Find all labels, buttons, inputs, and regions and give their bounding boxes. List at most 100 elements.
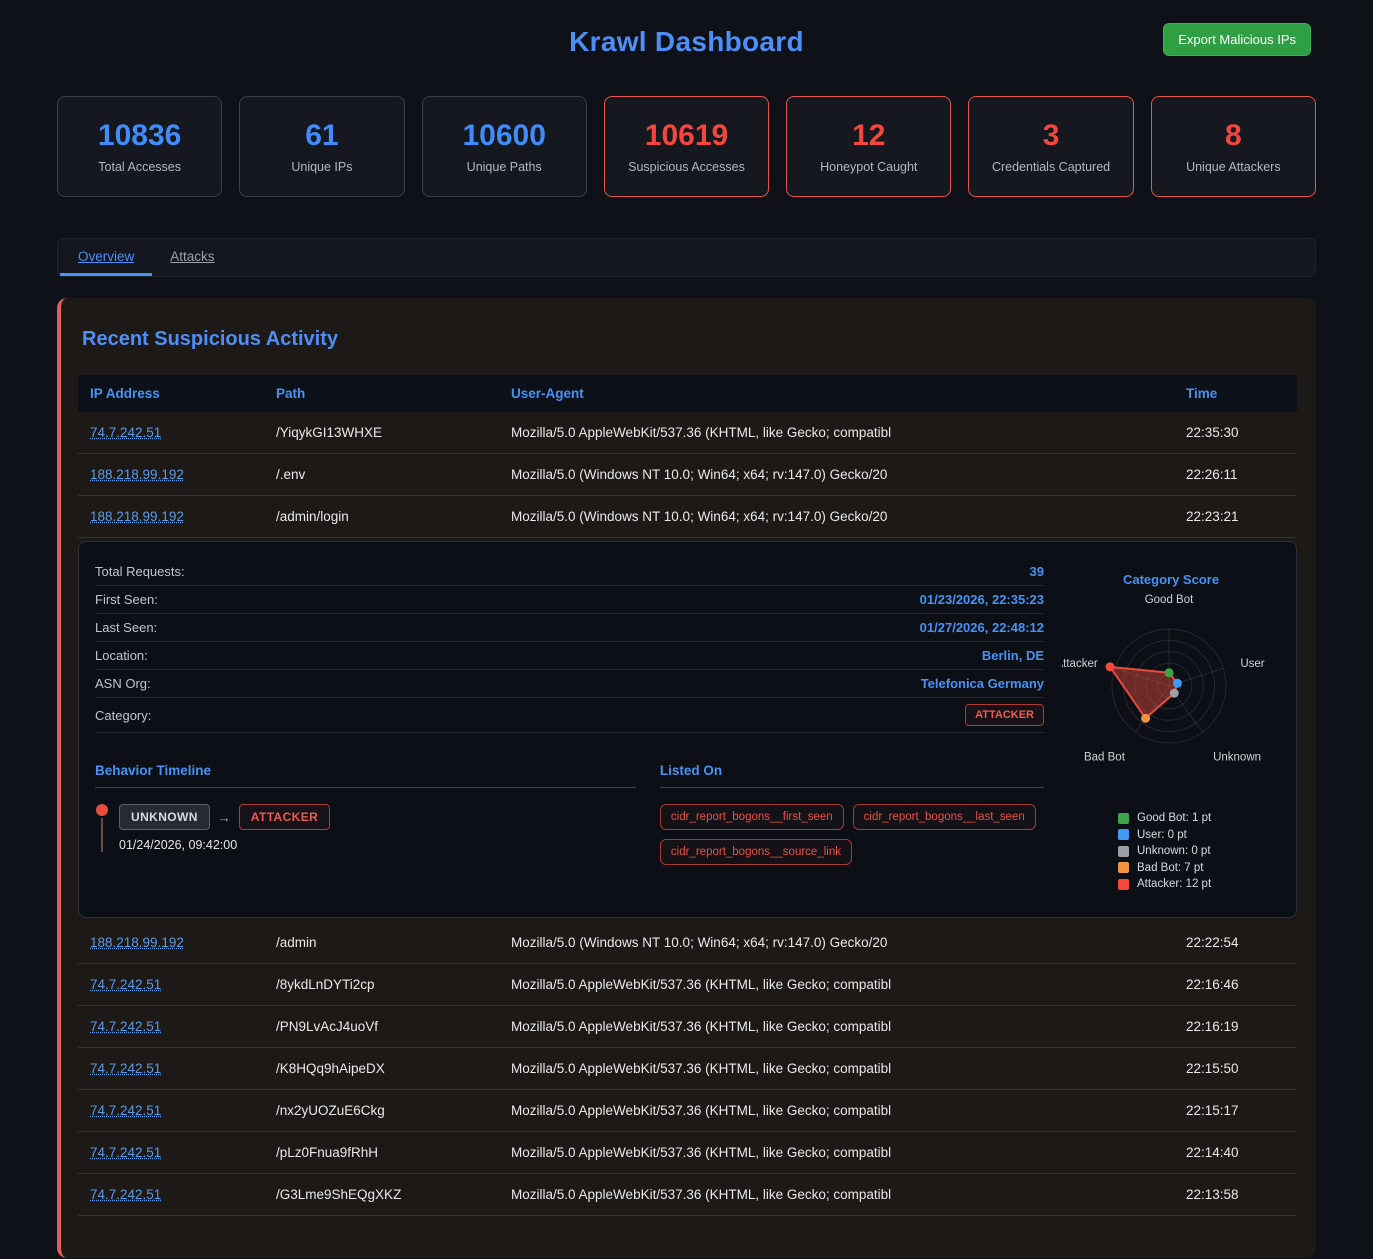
path-cell: /nx2yUOZuE6Ckg: [276, 1103, 511, 1118]
ip-address-link[interactable]: 188.218.99.192: [90, 935, 276, 950]
table-rows-top: 74.7.242.51/YiqykGI13WHXEMozilla/5.0 App…: [78, 412, 1297, 538]
tab-attacks[interactable]: Attacks: [152, 239, 232, 276]
column-header: Path: [276, 386, 511, 401]
radar-chart: Good BotUserUnknownBad BotAttacker: [1062, 589, 1276, 789]
user-agent-cell: Mozilla/5.0 AppleWebKit/537.36 (KHTML, l…: [511, 1145, 1186, 1160]
table-row[interactable]: 188.218.99.192/.envMozilla/5.0 (Windows …: [78, 454, 1297, 496]
behavior-timeline: UNKNOWN→ATTACKER 01/24/2026, 09:42:00: [95, 804, 636, 852]
export-malicious-ips-button[interactable]: Export Malicious IPs: [1163, 23, 1311, 56]
stat-card: 8 Unique Attackers: [1151, 96, 1316, 197]
timeline-dot-icon: [96, 804, 108, 816]
user-agent-cell: Mozilla/5.0 AppleWebKit/537.36 (KHTML, l…: [511, 1187, 1186, 1202]
table-row[interactable]: 74.7.242.51/G3Lme9ShEQgXKZMozilla/5.0 Ap…: [78, 1174, 1297, 1216]
detail-field-value: 01/27/2026, 22:48:12: [920, 620, 1044, 635]
detail-field-row: ASN Org:Telefonica Germany: [95, 670, 1044, 698]
listed-on-badges: cidr_report_bogons__first_seen cidr_repor…: [660, 804, 1044, 865]
radar-axis-label: Attacker: [1062, 658, 1098, 670]
stat-label: Suspicious Accesses: [628, 160, 745, 174]
table-row[interactable]: 74.7.242.51/8ykdLnDYTi2cpMozilla/5.0 App…: [78, 964, 1297, 1006]
timeline-badges: UNKNOWN→ATTACKER: [119, 804, 330, 830]
detail-field-label: ASN Org:: [95, 676, 151, 691]
stats-row: 10836Total Accesses61Unique IPs10600Uniq…: [57, 96, 1316, 197]
column-header: User-Agent: [511, 386, 1186, 401]
detail-field-label: Last Seen:: [95, 620, 157, 635]
path-cell: /admin/login: [276, 509, 511, 524]
ip-address-link[interactable]: 188.218.99.192: [90, 509, 276, 524]
blocklist-badge[interactable]: cidr_report_bogons__source_link: [660, 839, 852, 865]
detail-field-label: Location:: [95, 648, 148, 663]
time-cell: 22:23:21: [1186, 509, 1297, 524]
ip-detail-fields: Total Requests:39First Seen:01/23/2026, …: [95, 558, 1044, 733]
blocklist-badge[interactable]: cidr_report_bogons__last_seen: [853, 804, 1036, 830]
path-cell: /YiqykGI13WHXE: [276, 425, 511, 440]
legend-label: User: 0 pt: [1137, 829, 1187, 841]
detail-field-value: 01/23/2026, 22:35:23: [920, 592, 1044, 607]
table-row[interactable]: 74.7.242.51/YiqykGI13WHXEMozilla/5.0 App…: [78, 412, 1297, 454]
table-row[interactable]: 188.218.99.192/adminMozilla/5.0 (Windows…: [78, 922, 1297, 964]
user-agent-cell: Mozilla/5.0 (Windows NT 10.0; Win64; x64…: [511, 467, 1186, 482]
stat-label: Credentials Captured: [992, 160, 1110, 174]
panel-title: Recent Suspicious Activity: [82, 328, 1297, 351]
user-agent-cell: Mozilla/5.0 AppleWebKit/537.36 (KHTML, l…: [511, 1103, 1186, 1118]
time-cell: 22:26:11: [1186, 467, 1297, 482]
detail-field-row: Last Seen: 01/27/2026, 22:48:12: [95, 614, 1044, 642]
blocklist-badge[interactable]: cidr_report_bogons__first_seen: [660, 804, 844, 830]
user-agent-cell: Mozilla/5.0 (Windows NT 10.0; Win64; x64…: [511, 509, 1186, 524]
timeline-date: 01/24/2026, 09:42:00: [119, 838, 330, 852]
stat-value: 3: [1043, 119, 1060, 153]
ip-detail-card: Total Requests:39First Seen:01/23/2026, …: [78, 541, 1297, 918]
table-row[interactable]: 74.7.242.51/pLz0Fnua9fRhHMozilla/5.0 App…: [78, 1132, 1297, 1174]
ip-address-link[interactable]: 74.7.242.51: [90, 1103, 276, 1118]
ip-address-link[interactable]: 74.7.242.51: [90, 1145, 276, 1160]
stat-card: 61 Unique IPs: [239, 96, 404, 197]
stat-label: Unique Attackers: [1186, 160, 1281, 174]
radar-axis-label: Unknown: [1213, 752, 1261, 764]
legend-item: User: 0 pt: [1118, 829, 1280, 841]
tab-bar: OverviewAttacks: [57, 238, 1316, 277]
path-cell: /admin: [276, 935, 511, 950]
ip-address-link[interactable]: 74.7.242.51: [90, 977, 276, 992]
user-agent-cell: Mozilla/5.0 AppleWebKit/537.36 (KHTML, l…: [511, 1019, 1186, 1034]
table-row[interactable]: 74.7.242.51/K8HQq9hAipeDXMozilla/5.0 App…: [78, 1048, 1297, 1090]
time-cell: 22:14:40: [1186, 1145, 1297, 1160]
path-cell: /PN9LvAcJ4uoVf: [276, 1019, 511, 1034]
legend-item: Unknown: 0 pt: [1118, 845, 1280, 857]
ip-address-link[interactable]: 74.7.242.51: [90, 1061, 276, 1076]
stat-card: 3 Credentials Captured: [968, 96, 1133, 197]
table-row[interactable]: 188.218.99.192/admin/loginMozilla/5.0 (W…: [78, 496, 1297, 538]
krawl-dashboard-page: Krawl Dashboard Export Malicious IPs 108…: [0, 0, 1373, 1259]
table-rows-bottom: 188.218.99.192/adminMozilla/5.0 (Windows…: [78, 922, 1297, 1216]
table-row[interactable]: 74.7.242.51/PN9LvAcJ4uoVfMozilla/5.0 App…: [78, 1006, 1297, 1048]
recent-suspicious-activity-panel: Recent Suspicious Activity IP AddressPat…: [57, 298, 1316, 1258]
time-cell: 22:35:30: [1186, 425, 1297, 440]
legend-item: Good Bot: 1 pt: [1118, 812, 1280, 824]
stat-value: 10836: [98, 119, 181, 153]
radar-axis-label: Bad Bot: [1084, 752, 1126, 764]
stat-label: Honeypot Caught: [820, 160, 917, 174]
timeline-line: [101, 818, 103, 852]
legend-label: Good Bot: 1 pt: [1137, 812, 1211, 824]
table-header-row: IP AddressPathUser-AgentTime: [78, 375, 1297, 412]
chart-title: Category Score: [1062, 572, 1280, 587]
user-agent-cell: Mozilla/5.0 AppleWebKit/537.36 (KHTML, l…: [511, 425, 1186, 440]
detail-field-label: First Seen:: [95, 592, 158, 607]
stat-label: Unique IPs: [291, 160, 352, 174]
listed-on-title: Listed On: [660, 763, 1044, 788]
ip-address-link[interactable]: 74.7.242.51: [90, 425, 276, 440]
to-category-badge: ATTACKER: [239, 804, 330, 830]
time-cell: 22:15:17: [1186, 1103, 1297, 1118]
timeline-marker: [95, 804, 109, 852]
category-badge: ATTACKER: [965, 704, 1044, 726]
stat-value: 61: [305, 119, 338, 153]
ip-address-link[interactable]: 74.7.242.51: [90, 1019, 276, 1034]
stat-card: 10600Unique Paths: [422, 96, 587, 197]
stat-value: 10619: [645, 119, 728, 153]
ip-address-link[interactable]: 188.218.99.192: [90, 467, 276, 482]
detail-field-value: 39: [1030, 564, 1044, 579]
tab-overview[interactable]: Overview: [60, 239, 152, 276]
timeline-event: UNKNOWN→ATTACKER 01/24/2026, 09:42:00: [95, 804, 636, 852]
behavior-timeline-section: Behavior Timeline UNKNOWN→ATTACKER01/24/…: [95, 763, 636, 865]
stat-value: 8: [1225, 119, 1242, 153]
ip-address-link[interactable]: 74.7.242.51: [90, 1187, 276, 1202]
table-row[interactable]: 74.7.242.51/nx2yUOZuE6CkgMozilla/5.0 App…: [78, 1090, 1297, 1132]
